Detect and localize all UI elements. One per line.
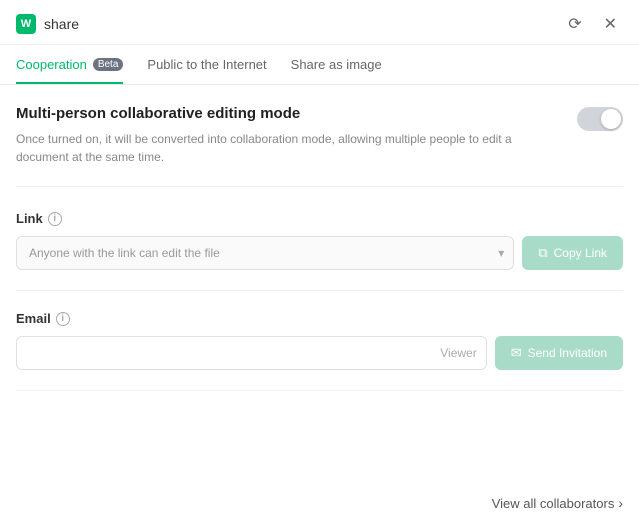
collab-title: Multi-person collaborative editing mode	[16, 105, 557, 122]
link-label: Link i	[16, 211, 623, 226]
copy-link-button[interactable]: ⧉ Copy Link	[522, 236, 623, 270]
email-info-icon[interactable]: i	[56, 312, 70, 326]
beta-badge: Beta	[93, 58, 124, 71]
title-left: W share	[16, 14, 79, 34]
close-button[interactable]: ✕	[598, 12, 623, 36]
link-permission-select[interactable]: Anyone with the link can edit the file	[16, 236, 514, 270]
email-row: Viewer ✉ Send Invitation	[16, 336, 623, 370]
chevron-right-icon: ›	[618, 495, 623, 511]
tab-cooperation-label: Cooperation	[16, 57, 87, 72]
send-invitation-button[interactable]: ✉ Send Invitation	[495, 336, 623, 370]
email-input-wrapper: Viewer	[16, 336, 487, 370]
link-info-icon[interactable]: i	[48, 212, 62, 226]
app-icon: W	[16, 14, 36, 34]
tab-share-image-label: Share as image	[291, 57, 382, 72]
tab-public-label: Public to the Internet	[147, 57, 266, 72]
collab-toggle[interactable]	[577, 107, 623, 131]
link-row: Anyone with the link can edit the file ▾…	[16, 236, 623, 270]
refresh-button[interactable]: ⟳	[562, 12, 587, 36]
email-label-text: Email	[16, 311, 51, 326]
copy-icon: ⧉	[538, 245, 547, 261]
tab-public[interactable]: Public to the Internet	[147, 45, 266, 84]
link-label-text: Link	[16, 211, 43, 226]
tab-cooperation[interactable]: Cooperation Beta	[16, 45, 123, 84]
email-input[interactable]	[16, 336, 487, 370]
send-invitation-label: Send Invitation	[528, 346, 607, 360]
collab-text: Multi-person collaborative editing mode …	[16, 105, 577, 166]
email-label: Email i	[16, 311, 623, 326]
tabs-bar: Cooperation Beta Public to the Internet …	[0, 45, 639, 85]
app-title: share	[44, 16, 79, 32]
link-select-wrapper: Anyone with the link can edit the file ▾	[16, 236, 514, 270]
copy-link-label: Copy Link	[554, 246, 607, 260]
main-content: Multi-person collaborative editing mode …	[0, 85, 639, 483]
viewer-label: Viewer	[440, 346, 476, 360]
link-section: Link i Anyone with the link can edit the…	[16, 211, 623, 291]
footer: View all collaborators ›	[0, 483, 639, 523]
send-icon: ✉	[511, 345, 522, 361]
tab-share-image[interactable]: Share as image	[291, 45, 382, 84]
collab-desc: Once turned on, it will be converted int…	[16, 130, 557, 166]
title-bar: W share ⟳ ✕	[0, 0, 639, 45]
view-all-collaborators-link[interactable]: View all collaborators ›	[492, 495, 623, 511]
email-section: Email i Viewer ✉ Send Invitation	[16, 311, 623, 391]
view-all-label: View all collaborators	[492, 496, 615, 511]
collab-section: Multi-person collaborative editing mode …	[16, 105, 623, 187]
title-actions: ⟳ ✕	[562, 12, 623, 36]
